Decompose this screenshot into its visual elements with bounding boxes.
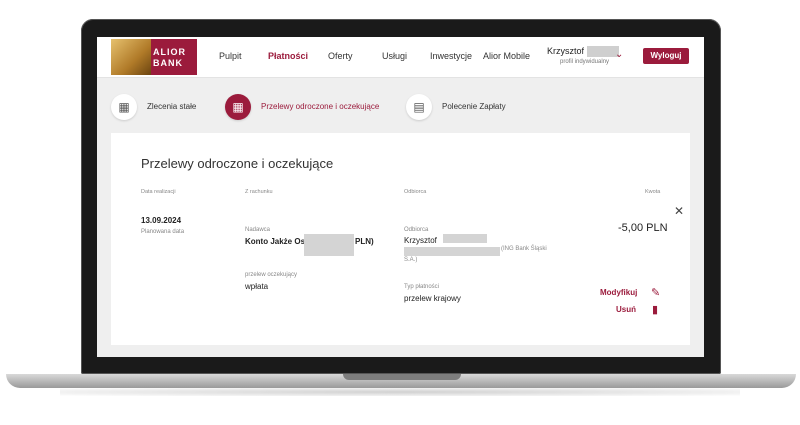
column-header-amount: Kwota [645,189,661,195]
tab-label: Przelewy odroczone i oczekujące [261,102,380,111]
logo-emblem-icon [111,39,151,75]
logo-line1: ALIOR [153,47,186,57]
user-name: Krzysztof [547,46,585,56]
document-icon: ▤ [406,94,432,120]
transfer-date-caption: Planowana data [141,229,185,235]
transfer-amount: -5,00 PLN [618,222,668,234]
top-navigation-bar: ALIOR BANK Pulpit Płatności Oferty Usług… [97,37,704,78]
laptop-shadow [60,388,740,396]
trash-icon[interactable]: ▮ [652,303,658,316]
user-menu[interactable]: Krzysztof [547,46,619,58]
transfers-card: Przelewy odroczone i oczekujące Data rea… [111,133,690,345]
nav-item-uslugi[interactable]: Usługi [382,51,407,61]
recipient-name: Krzysztof [404,236,437,245]
transfer-date: 13.09.2024 [141,216,182,225]
redacted-account-number [304,234,354,256]
payment-type-label: Typ płatności [404,284,440,290]
calendar-plus-icon: ▦ [111,94,137,120]
recipient-bank: (ING Bank Śląski [501,246,547,252]
user-profile-type: profil indywidualny [560,59,610,65]
recipient-label: Odbiorca [404,227,429,233]
redacted-surname [586,46,619,58]
column-header-to: Odbiorca [404,189,427,195]
modify-button[interactable]: Modyfikuj [600,288,637,297]
calendar-icon: ▦ [225,94,251,120]
nav-item-platnosci[interactable]: Płatności [268,51,308,61]
column-header-date: Data realizacji [141,189,176,195]
redacted-recipient-account [404,247,500,256]
chevron-down-icon[interactable]: ⌄ [615,49,623,60]
nav-item-pulpit[interactable]: Pulpit [219,51,242,61]
close-icon[interactable]: ✕ [674,204,684,218]
column-header-from: Z rachunku [245,189,273,195]
sender-label: Nadawca [245,227,271,233]
payment-type-value: przelew krajowy [404,294,461,303]
logout-button[interactable]: Wyloguj [643,48,689,64]
nav-item-inwestycje[interactable]: Inwestycje [430,51,472,61]
pending-value: wpłata [245,282,269,291]
recipient-bank-suffix: S.A.) [404,257,418,263]
nav-item-oferty[interactable]: Oferty [328,51,353,61]
tab-label: Zlecenia stałe [147,102,197,111]
alior-bank-logo[interactable]: ALIOR BANK [111,39,197,75]
sender-account-currency: PLN) [355,237,374,246]
laptop-notch [343,374,461,380]
tab-standing-orders[interactable]: ▦ Zlecenia stałe [111,94,211,120]
pencil-icon[interactable]: ✎ [651,286,660,299]
pending-label: przelew oczekujący [245,272,298,278]
tab-deferred-transfers[interactable]: ▦ Przelewy odroczone i oczekujące [225,94,385,120]
nav-item-alior-mobile[interactable]: Alior Mobile [483,51,530,61]
logo-text: ALIOR BANK [153,47,186,69]
redacted-recipient-surname [443,234,487,243]
page-title: Przelewy odroczone i oczekujące [141,156,334,171]
logo-line2: BANK [153,58,183,68]
tab-direct-debit[interactable]: ▤ Polecenie Zapłaty [406,94,516,120]
delete-button[interactable]: Usuń [616,305,636,314]
tab-label: Polecenie Zapłaty [442,102,506,111]
bank-screen: ALIOR BANK Pulpit Płatności Oferty Usług… [97,37,704,357]
